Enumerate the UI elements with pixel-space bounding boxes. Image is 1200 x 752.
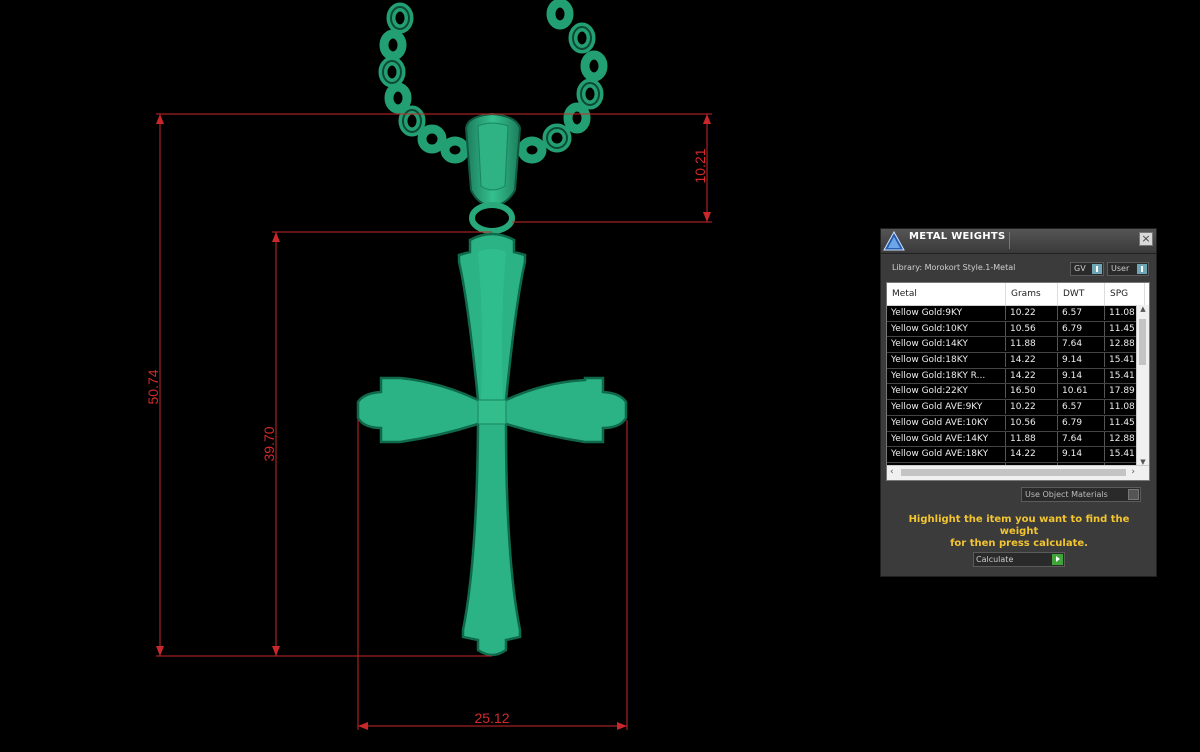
user-dropdown-label: User — [1111, 264, 1130, 273]
cell-grams: 11.88 — [1006, 337, 1058, 352]
column-header-grams[interactable]: Grams — [1006, 283, 1058, 305]
vertical-scroll-thumb[interactable] — [1139, 319, 1146, 365]
rhino-app-icon — [883, 231, 905, 251]
cell-metal: Yellow Gold:18KY R... — [887, 368, 1006, 383]
metal-weights-panel: METAL WEIGHTS × Library: Morokort Style.… — [880, 228, 1157, 577]
table-row[interactable]: Yellow Gold AVE:10KY 10.56 6.79 11.45 — [887, 415, 1145, 432]
cell-metal: Yellow Gold AVE:14KY — [887, 431, 1006, 446]
scroll-left-icon[interactable]: ‹ — [890, 467, 894, 477]
bail — [464, 112, 522, 234]
cell-grams: 10.22 — [1006, 306, 1058, 320]
cell-grams: 10.56 — [1006, 415, 1058, 430]
user-dropdown[interactable]: User — [1107, 262, 1149, 276]
panel-titlebar[interactable]: METAL WEIGHTS × — [881, 229, 1156, 254]
title-separator — [1009, 232, 1010, 249]
dim-bail-height: 10.21 — [692, 148, 708, 183]
cell-dwt: 6.57 — [1058, 306, 1105, 320]
instruction-line-2: for then press calculate. — [950, 538, 1088, 549]
table-rows: Yellow Gold:9KY 10.22 6.57 11.08 Yellow Gold… — [887, 306, 1145, 479]
cell-dwt: 7.64 — [1058, 431, 1105, 446]
panel-title: METAL WEIGHTS — [909, 231, 1006, 242]
metal-table[interactable]: Metal Grams DWT SPG Yellow Gold:9KY 10.22… — [886, 282, 1150, 481]
table-row[interactable]: Yellow Gold:18KY R... 14.22 9.14 15.41 — [887, 368, 1145, 385]
table-header: Metal Grams DWT SPG — [887, 283, 1149, 306]
close-button[interactable]: × — [1139, 232, 1153, 246]
cell-dwt: 7.64 — [1058, 337, 1105, 352]
dropdown-arrow-icon — [1137, 264, 1147, 274]
cell-grams: 14.22 — [1006, 368, 1058, 383]
calculate-button[interactable]: Calculate — [973, 552, 1065, 567]
table-row[interactable]: Yellow Gold:9KY 10.22 6.57 11.08 — [887, 306, 1145, 322]
dropdown-button-icon — [1128, 489, 1139, 500]
play-arrow-icon — [1052, 554, 1063, 565]
cell-metal: Yellow Gold:9KY — [887, 306, 1006, 320]
horizontal-scrollbar[interactable]: ‹ › — [887, 465, 1149, 480]
table-row[interactable]: Yellow Gold:18KY 14.22 9.14 15.41 — [887, 353, 1145, 369]
use-object-materials-label: Use Object Materials — [1025, 490, 1108, 499]
cell-metal: Yellow Gold:14KY — [887, 337, 1006, 352]
cell-dwt: 10.61 — [1058, 384, 1105, 399]
dropdown-arrow-icon — [1092, 264, 1102, 274]
cell-metal: Yellow Gold:10KY — [887, 321, 1006, 336]
library-label: Library: Morokort Style.1-Metal — [892, 263, 1016, 272]
cell-grams: 14.22 — [1006, 353, 1058, 368]
cell-metal: Yellow Gold:18KY — [887, 353, 1006, 368]
table-row[interactable]: Yellow Gold AVE:18KY 14.22 9.14 15.41 — [887, 447, 1145, 463]
gv-dropdown-label: GV — [1074, 264, 1086, 273]
table-row[interactable]: Yellow Gold AVE:14KY 11.88 7.64 12.88 — [887, 431, 1145, 448]
column-header-dwt[interactable]: DWT — [1058, 283, 1105, 305]
cell-grams: 10.56 — [1006, 321, 1058, 336]
cell-metal: Yellow Gold AVE:9KY — [887, 400, 1006, 415]
cell-dwt: 9.14 — [1058, 353, 1105, 368]
gv-dropdown[interactable]: GV — [1070, 262, 1104, 276]
calculate-button-label: Calculate — [976, 555, 1014, 564]
cell-grams: 16.50 — [1006, 384, 1058, 399]
column-header-metal[interactable]: Metal — [887, 283, 1006, 305]
vertical-scrollbar[interactable]: ▲ ▼ — [1136, 305, 1149, 466]
cell-metal: Yellow Gold AVE:18KY — [887, 447, 1006, 462]
dim-total-height: 50.74 — [145, 369, 161, 404]
table-row[interactable]: Yellow Gold:14KY 11.88 7.64 12.88 — [887, 337, 1145, 354]
table-row[interactable]: Yellow Gold:22KY 16.50 10.61 17.89 — [887, 384, 1145, 401]
horizontal-scroll-thumb[interactable] — [901, 469, 1126, 476]
dim-cross-height: 39.70 — [261, 426, 277, 461]
cell-grams: 11.88 — [1006, 431, 1058, 446]
cell-metal: Yellow Gold AVE:10KY — [887, 415, 1006, 430]
cross-pendant — [356, 232, 628, 657]
scroll-right-icon[interactable]: › — [1131, 467, 1135, 477]
cell-grams: 14.22 — [1006, 447, 1058, 462]
dim-cross-width: 25.12 — [474, 710, 509, 726]
table-row[interactable]: Yellow Gold:10KY 10.56 6.79 11.45 — [887, 321, 1145, 338]
cell-dwt: 6.79 — [1058, 321, 1105, 336]
cell-grams: 10.22 — [1006, 400, 1058, 415]
instruction-line-1: Highlight the item you want to find the … — [908, 514, 1130, 537]
scroll-up-icon[interactable]: ▲ — [1139, 305, 1147, 313]
instruction-text: Highlight the item you want to find the … — [889, 514, 1149, 550]
cell-metal: Yellow Gold:22KY — [887, 384, 1006, 399]
cell-dwt: 9.14 — [1058, 447, 1105, 462]
cell-dwt: 6.57 — [1058, 400, 1105, 415]
column-header-spg[interactable]: SPG — [1105, 283, 1145, 305]
cell-dwt: 6.79 — [1058, 415, 1105, 430]
table-row[interactable]: Yellow Gold AVE:9KY 10.22 6.57 11.08 — [887, 400, 1145, 416]
cell-dwt: 9.14 — [1058, 368, 1105, 383]
use-object-materials-dropdown[interactable]: Use Object Materials — [1021, 487, 1141, 502]
